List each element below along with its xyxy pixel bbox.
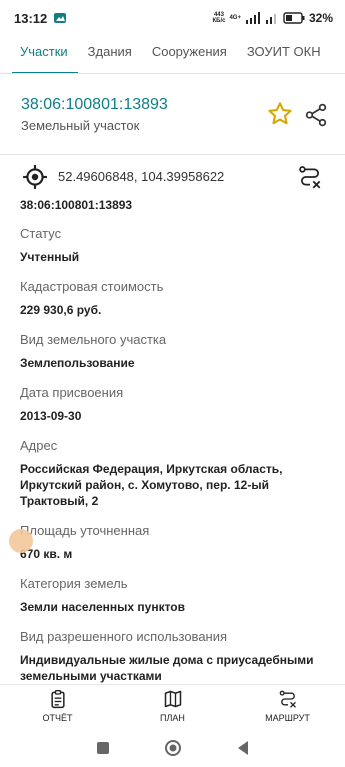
field-label: Дата присвоения	[20, 385, 124, 400]
recent-apps-icon[interactable]	[96, 741, 110, 755]
nav-plan[interactable]: ПЛАН	[115, 685, 230, 728]
field-value: Российская Федерация, Иркутская область,…	[20, 462, 283, 508]
nav-route[interactable]: МАРШРУТ	[230, 685, 345, 728]
details-content[interactable]: 38:06:100801:13893 Статус Учтенный Кадас…	[0, 196, 345, 684]
route-icon	[279, 690, 296, 708]
coordinates-text: 52.49606848, 104.39958622	[58, 169, 225, 184]
cadastral-number-value: 38:06:100801:13893	[20, 198, 133, 212]
field-value: Землепользование	[20, 356, 135, 370]
object-header: 38:06:100801:13893 Земельный участок	[0, 88, 345, 146]
battery-percent: 32%	[308, 11, 333, 25]
field-value: Учтенный	[20, 250, 80, 264]
field-label: Вид земельного участка	[20, 332, 167, 347]
nav-plan-label: ПЛАН	[160, 713, 185, 723]
net-speed: 443 КБ/с	[212, 12, 226, 24]
nav-report-label: ОТЧЁТ	[42, 713, 73, 723]
cadastral-number-title: 38:06:100801:13893	[21, 96, 168, 113]
field-label: Категория земель	[20, 576, 128, 591]
status-bar: 13:12 443 КБ/с 4G+ 32%	[0, 0, 345, 36]
field-label: Кадастровая стоимость	[20, 279, 164, 294]
status-right: 443 КБ/с 4G+ 32%	[212, 11, 333, 25]
bottom-navigation: ОТЧЁТ ПЛАН МАРШРУТ	[0, 684, 345, 728]
gallery-notification-icon	[54, 13, 67, 23]
signal-icon-2	[265, 14, 276, 24]
back-icon[interactable]	[236, 740, 250, 756]
field-value: 670 кв. м	[20, 547, 73, 561]
field-land-type: Вид земельного участка Землепользование	[20, 332, 331, 371]
tab-bar: Участки Здания Сооружения ЗОУИТ ОКН	[0, 36, 345, 74]
route-cancel-icon[interactable]	[297, 164, 323, 190]
share-icon[interactable]	[303, 102, 329, 128]
home-icon[interactable]	[164, 739, 182, 757]
field-area: Площадь уточненная 670 кв. м	[20, 523, 331, 562]
field-value: 2013-09-30	[20, 409, 82, 423]
nav-route-label: МАРШРУТ	[265, 713, 310, 723]
floating-assist-button[interactable]	[9, 529, 33, 553]
divider	[0, 154, 345, 155]
tab-uchastki[interactable]: Участки	[12, 36, 78, 73]
field-address: Адрес Российская Федерация, Иркутская об…	[20, 438, 331, 509]
coordinates-row: 52.49606848, 104.39958622	[0, 160, 345, 196]
field-label: Адрес	[20, 438, 58, 453]
field-value: Земли населенных пунктов	[20, 600, 186, 614]
field-value: 229 930,6 руб.	[20, 303, 102, 317]
network-type: 4G+	[229, 15, 241, 21]
field-permitted-use: Вид разрешенного использования Индивидуа…	[20, 629, 331, 684]
signal-icon	[245, 12, 260, 24]
report-clipboard-icon	[50, 690, 65, 709]
system-navigation	[0, 728, 345, 767]
field-assign-date: Дата присвоения 2013-09-30	[20, 385, 331, 424]
tab-zdaniya[interactable]: Здания	[78, 36, 142, 73]
field-label: Площадь уточненная	[20, 523, 150, 538]
object-type: Земельный участок	[21, 118, 140, 133]
tab-sooruzheniya[interactable]: Сооружения	[142, 36, 237, 73]
favorite-star-icon[interactable]	[266, 100, 294, 128]
location-target-icon[interactable]	[22, 164, 48, 190]
field-land-category: Категория земель Земли населенных пункто…	[20, 576, 331, 615]
map-icon	[164, 690, 181, 708]
tab-zouit-okn[interactable]: ЗОУИТ ОКН	[237, 36, 331, 73]
nav-report[interactable]: ОТЧЁТ	[0, 685, 115, 728]
field-status: Статус Учтенный	[20, 226, 331, 265]
battery-icon	[283, 12, 305, 24]
field-value: Индивидуальные жилые дома с приусадебным…	[20, 653, 314, 683]
status-left: 13:12	[14, 11, 67, 26]
status-time: 13:12	[14, 10, 48, 26]
field-cadastral-cost: Кадастровая стоимость 229 930,6 руб.	[20, 279, 331, 318]
field-label: Вид разрешенного использования	[20, 629, 228, 644]
field-label: Статус	[20, 226, 62, 241]
